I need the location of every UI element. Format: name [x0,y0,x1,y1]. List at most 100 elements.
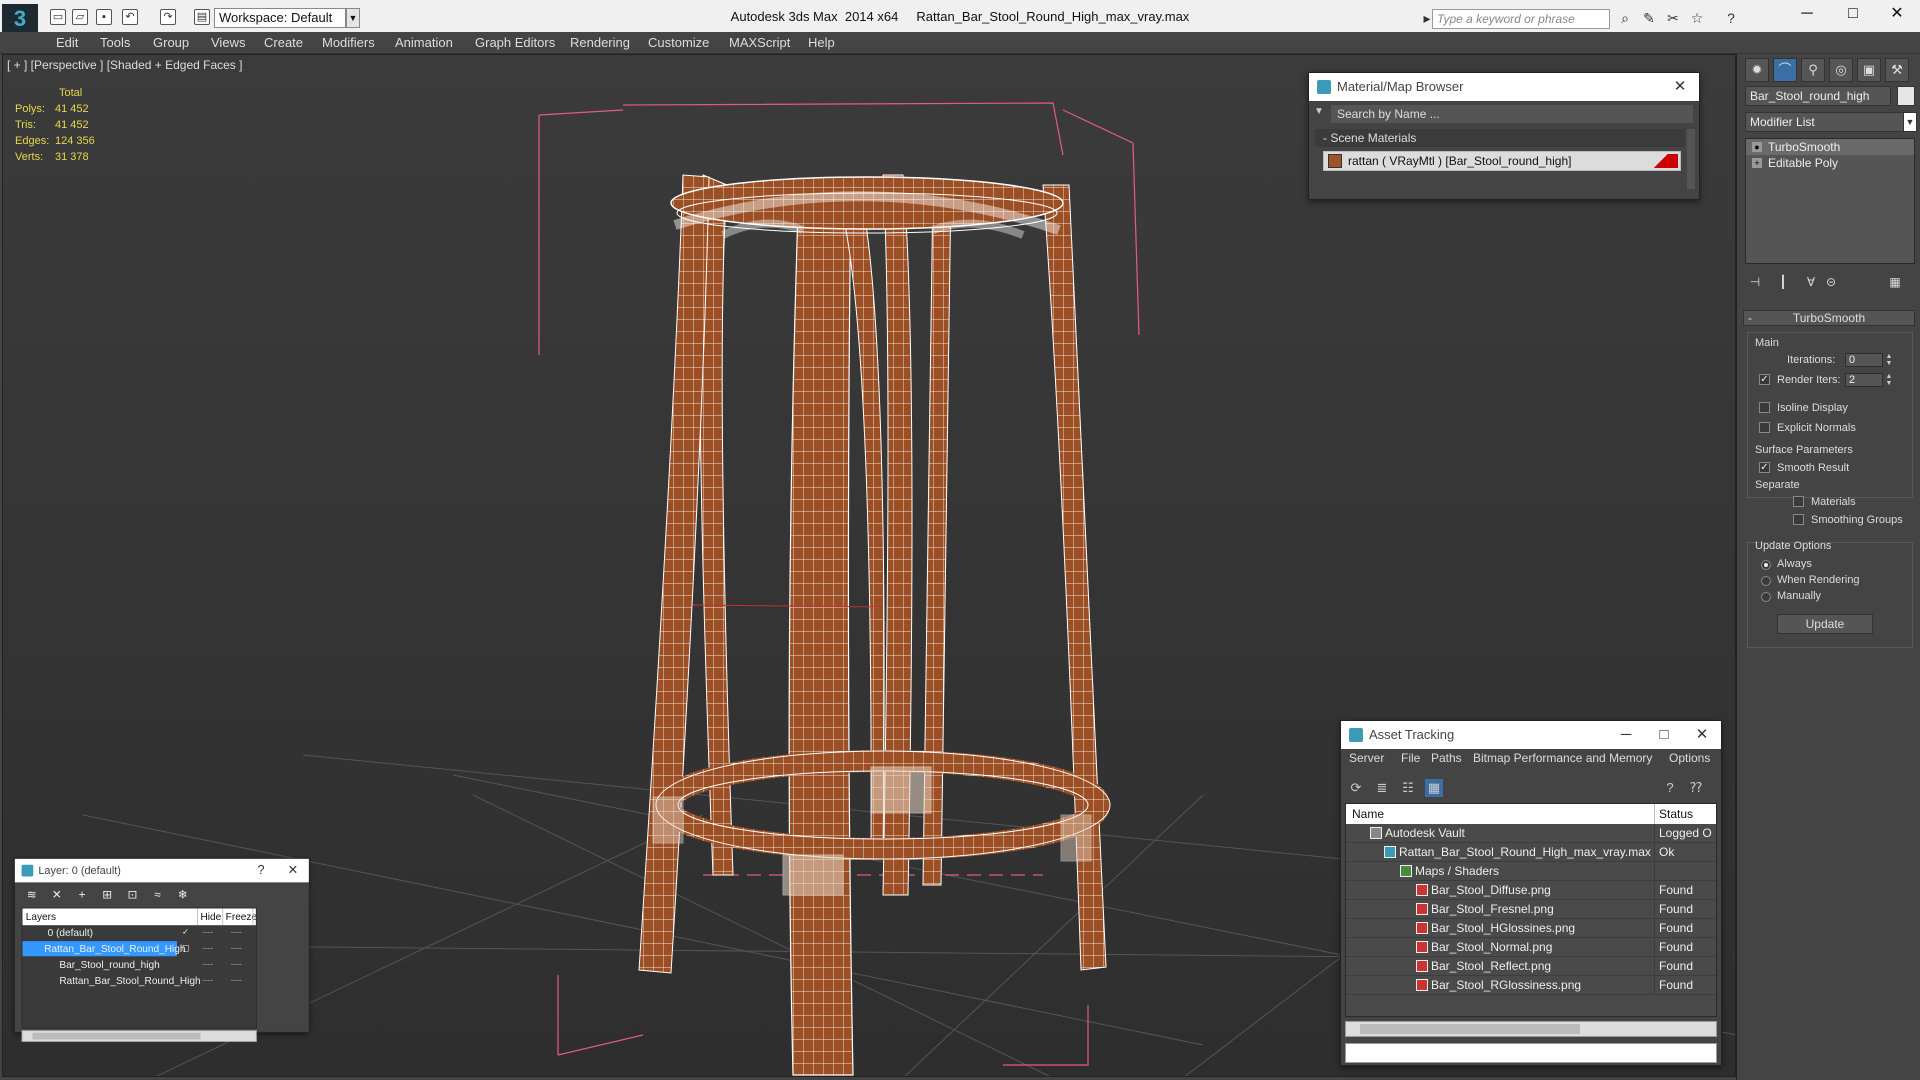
list-view-icon[interactable]: ≣ [1373,779,1391,797]
scene-materials-header[interactable]: - Scene Materials [1315,129,1685,147]
table-row[interactable]: Maps / Shaders [1346,862,1716,881]
menu-group[interactable]: Group [153,35,189,50]
motion-tab-icon[interactable]: ◎ [1829,58,1853,82]
show-end-result-icon[interactable]: ┃ [1773,272,1793,292]
make-unique-icon[interactable]: ∀ [1801,272,1821,292]
chevron-down-icon[interactable]: ▼ [346,8,360,28]
render-iters-checkbox[interactable]: ✓ [1759,374,1770,385]
object-color-swatch[interactable] [1897,86,1915,106]
remove-modifier-icon[interactable]: ⊝ [1821,272,1841,292]
undo-icon[interactable]: ↶ [122,9,138,25]
redo-icon[interactable]: ↷ [160,9,176,25]
menu-animation[interactable]: Animation [395,35,453,50]
refresh-icon[interactable]: ⟳ [1347,779,1365,797]
status-column-header[interactable]: Status [1654,804,1693,824]
smoothing-groups-checkbox[interactable] [1793,514,1804,525]
menu-create[interactable]: Create [264,35,303,50]
stack-item-editable-poly[interactable]: + Editable Poly [1746,155,1914,171]
configure-modifier-sets-icon[interactable]: ▦ [1885,272,1905,292]
subscription-icon[interactable]: ✎ [1640,9,1658,27]
table-row[interactable]: Bar_Stool_Reflect.png Found [1346,957,1716,976]
help-icon[interactable]: ? [1661,779,1679,797]
table-row[interactable]: Bar_Stool_HGlossines.png Found [1346,919,1716,938]
layer-manager-icon[interactable]: ≋ [23,886,40,903]
asset-menu-file[interactable]: File [1401,751,1420,765]
stack-item-turbosmooth[interactable]: ● TurboSmooth [1746,139,1914,155]
menu-maxscript[interactable]: MAXScript [729,35,790,50]
material-browser-title[interactable]: Material/Map Browser [1309,73,1699,101]
new-file-icon[interactable]: ▭ [50,9,66,25]
help-button[interactable]: ? [248,859,273,883]
asset-path-field[interactable] [1345,1043,1717,1063]
layer-row-object[interactable]: Bar_Stool_round_high ---- ---- [22,957,256,973]
viewport-label[interactable]: [ + ] [Perspective ] [Shaded + Edged Fac… [7,58,242,72]
isoline-checkbox[interactable] [1759,402,1770,413]
menu-modifiers[interactable]: Modifiers [322,35,375,50]
maximize-button[interactable]: □ [1649,721,1679,749]
menu-edit[interactable]: Edit [56,35,78,50]
table-row[interactable]: Bar_Stool_Normal.png Found [1346,938,1716,957]
help-icon[interactable]: ? [1722,9,1740,27]
stool-model[interactable] [638,174,1111,1076]
hide-all-icon[interactable]: ≈ [149,886,166,903]
minimize-button[interactable]: ─ [1611,721,1641,749]
scrollbar-thumb[interactable] [32,1032,201,1040]
table-row[interactable]: Rattan_Bar_Stool_Round_High_max_vray.max… [1346,843,1716,862]
spinner-arrows-icon[interactable]: ▲ ▼ [1885,353,1893,367]
chevron-down-icon[interactable]: ▼ [1903,112,1917,132]
close-icon[interactable]: ✕ [1665,73,1695,101]
binoculars-icon[interactable]: ⌕ [1616,9,1634,27]
save-icon[interactable]: ▪ [96,9,112,25]
layer-row-default[interactable]: 0 (default) ✓ ---- ---- [22,925,256,941]
menu-views[interactable]: Views [211,35,245,50]
horizontal-scrollbar[interactable] [1345,1021,1717,1037]
select-objects-icon[interactable]: ⊞ [99,886,116,903]
modify-tab-icon[interactable]: ⌒ [1773,58,1797,82]
scrollbar-thumb[interactable] [1360,1024,1580,1034]
scrollbar[interactable] [1687,129,1695,189]
close-button[interactable]: ✕ [1874,0,1920,30]
extra-column-header[interactable]: I [252,908,256,926]
add-layer-icon[interactable]: + [74,886,91,903]
display-tab-icon[interactable]: ▣ [1857,58,1881,82]
menu-rendering[interactable]: Rendering [570,35,630,50]
workspace-select[interactable]: Workspace: Default [214,8,346,28]
table-row[interactable]: Bar_Stool_Diffuse.png Found [1346,881,1716,900]
tree-view-icon[interactable]: ☷ [1399,779,1417,797]
iterations-spinner[interactable]: 0 [1845,353,1883,367]
object-name-field[interactable]: Bar_Stool_round_high [1745,86,1891,106]
materials-checkbox[interactable] [1793,496,1804,507]
horizontal-scrollbar[interactable] [21,1030,257,1042]
table-row[interactable]: Bar_Stool_Fresnel.png Found [1346,900,1716,919]
highlight-layer-icon[interactable]: ⊡ [124,886,141,903]
close-icon[interactable]: ✕ [280,859,305,883]
material-search-input[interactable]: Search by Name ... [1331,105,1693,123]
utilities-tab-icon[interactable]: ⚒ [1885,58,1909,82]
material-entry[interactable]: rattan ( VRayMtl ) [Bar_Stool_round_high… [1323,151,1681,171]
manually-radio[interactable] [1761,592,1771,602]
asset-menu-bitmap[interactable]: Bitmap Performance and Memory [1473,751,1652,765]
layers-column-header[interactable]: Layers [26,908,56,925]
minimize-button[interactable]: ─ [1784,0,1830,30]
when-rendering-radio[interactable] [1761,576,1771,586]
table-row[interactable]: Autodesk Vault Logged O [1346,824,1716,843]
menu-help[interactable]: Help [808,35,835,50]
chevron-down-icon[interactable]: ▼ [1314,106,1324,117]
search-input[interactable]: Type a keyword or phrase [1432,9,1610,29]
always-radio[interactable] [1761,560,1771,570]
spinner-arrows-icon[interactable]: ▲ ▼ [1885,373,1893,387]
lightbulb-icon[interactable]: ● [1752,142,1762,152]
open-file-icon[interactable]: ▱ [72,9,88,25]
maximize-button[interactable]: □ [1830,0,1876,30]
smooth-result-checkbox[interactable]: ✓ [1759,462,1770,473]
menu-tools[interactable]: Tools [100,35,130,50]
menu-graph-editors[interactable]: Graph Editors [475,35,555,50]
favorites-star-icon[interactable]: ☆ [1688,9,1706,27]
communication-icon[interactable]: ✂ [1664,9,1682,27]
freeze-all-icon[interactable]: ❄ [174,886,191,903]
delete-layer-icon[interactable]: ✕ [48,886,65,903]
render-iters-spinner[interactable]: 2 [1845,373,1883,387]
close-icon[interactable]: ✕ [1687,721,1717,749]
explicit-normals-checkbox[interactable] [1759,422,1770,433]
table-row[interactable]: Bar_Stool_RGlossiness.png Found [1346,976,1716,995]
